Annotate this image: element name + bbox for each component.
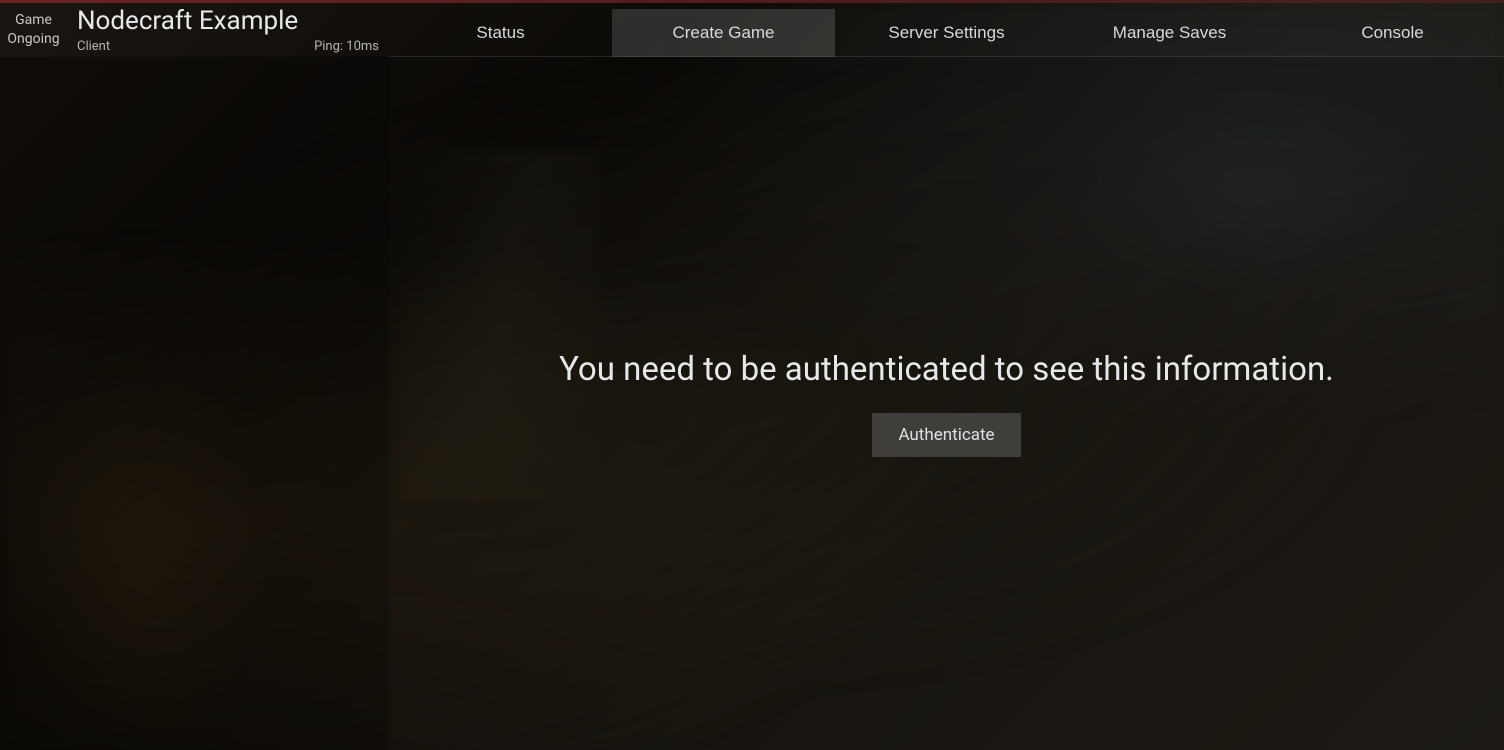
tab-status[interactable]: Status [389, 9, 612, 57]
authenticate-button[interactable]: Authenticate [872, 413, 1020, 457]
top-accent-bar [0, 0, 1504, 3]
sub-row: Client Ping: 10ms [77, 39, 389, 54]
game-status-line1: Game [15, 11, 52, 30]
auth-overlay: You need to be authenticated to see this… [389, 57, 1504, 750]
tab-console[interactable]: Console [1281, 9, 1504, 57]
tab-server-settings[interactable]: Server Settings [835, 9, 1058, 57]
ping-display: Ping: 10ms [314, 39, 379, 54]
tab-create-game[interactable]: Create Game [612, 9, 835, 57]
client-role: Client [77, 39, 110, 54]
game-status-line2: Ongoing [7, 30, 59, 49]
game-status-block: Game Ongoing [0, 0, 67, 57]
left-panel-darken [0, 57, 389, 750]
auth-message: You need to be authenticated to see this… [559, 350, 1334, 389]
title-block: Nodecraft Example Client Ping: 10ms [67, 0, 389, 57]
server-title: Nodecraft Example [77, 7, 389, 37]
header: Game Ongoing Nodecraft Example Client Pi… [0, 0, 1504, 57]
tab-manage-saves[interactable]: Manage Saves [1058, 9, 1281, 57]
tabs-container: Status Create Game Server Settings Manag… [389, 0, 1504, 57]
